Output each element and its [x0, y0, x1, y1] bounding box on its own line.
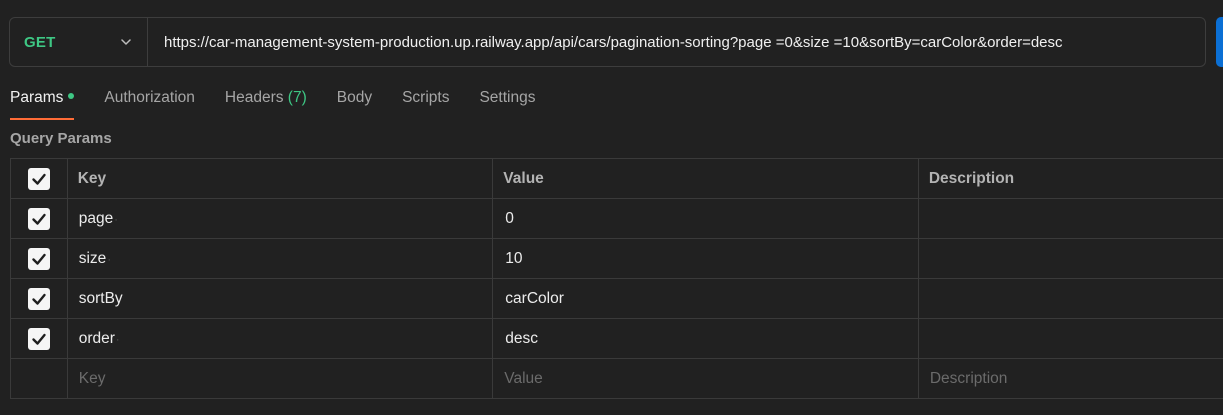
row-checkbox[interactable] [27, 207, 50, 230]
method-label: GET [24, 33, 56, 51]
whitespace-marker: · [114, 213, 118, 226]
param-value-cell[interactable]: desc [492, 318, 919, 359]
checkmark-icon [32, 173, 46, 185]
column-header-key: Key [66, 158, 494, 199]
row-checkbox[interactable] [27, 287, 50, 310]
column-header-value: Value [492, 158, 919, 199]
param-key: order [78, 329, 115, 347]
section-title: Query Params [10, 130, 112, 147]
request-bar: GET [9, 17, 1206, 67]
tab-params[interactable]: Params [10, 84, 75, 120]
checkmark-icon [32, 333, 46, 345]
send-button[interactable] [1216, 17, 1223, 67]
tab-label: Headers [224, 89, 284, 106]
param-value: 10 [505, 249, 523, 267]
tab-authorization[interactable]: Authorization [104, 84, 194, 118]
param-value-cell[interactable]: carColor [492, 278, 919, 319]
param-description-cell[interactable] [917, 198, 1223, 239]
select-all-checkbox[interactable] [27, 167, 50, 190]
tab-label: Params [10, 89, 64, 106]
row-checkbox[interactable] [27, 247, 50, 270]
param-key-cell[interactable]: page· [66, 198, 494, 239]
tab-settings[interactable]: Settings [479, 84, 535, 118]
param-key-cell[interactable]: sortBy [66, 278, 494, 319]
headers-count-badge: (7) [287, 89, 307, 106]
param-description-cell[interactable] [917, 318, 1223, 359]
param-value-cell[interactable]: 10 [492, 238, 919, 279]
param-value: 0 [505, 209, 514, 227]
empty-check-cell [10, 358, 68, 399]
table-row-new: Key Value Description [10, 358, 1223, 399]
param-description-cell[interactable] [917, 278, 1223, 319]
param-key: page [78, 209, 114, 227]
table-row: page· 0 [10, 198, 1223, 239]
tab-label: Body [336, 89, 373, 106]
param-value-cell[interactable]: 0 [492, 198, 919, 239]
new-description-input[interactable]: Description [917, 358, 1223, 399]
tab-label: Settings [479, 89, 536, 106]
tab-label: Authorization [104, 89, 195, 106]
tab-label: Scripts [402, 89, 450, 106]
table-row: sortBy carColor [10, 278, 1223, 319]
method-select[interactable]: GET [10, 18, 148, 66]
checkmark-icon [32, 253, 46, 265]
param-key-cell[interactable]: size· [66, 238, 494, 279]
header-check-cell [10, 158, 68, 199]
postman-request-view: GET Params Authorization Headers (7) Bod… [0, 0, 1223, 415]
table-row: size· 10 [10, 238, 1223, 279]
row-checkbox[interactable] [27, 327, 50, 350]
checkmark-icon [32, 213, 46, 225]
checkmark-icon [32, 293, 46, 305]
query-params-table: Key Value Description page· 0 size· 10 s… [10, 158, 1223, 399]
new-key-input[interactable]: Key [66, 358, 494, 399]
whitespace-marker: · [115, 333, 120, 346]
row-check-cell [10, 278, 68, 319]
row-check-cell [10, 238, 68, 279]
tab-scripts[interactable]: Scripts [402, 84, 449, 118]
chevron-down-icon [121, 39, 131, 45]
row-check-cell [10, 198, 68, 239]
row-check-cell [10, 318, 68, 359]
param-key-cell[interactable]: order· [66, 318, 494, 359]
param-description-cell[interactable] [917, 238, 1223, 279]
param-key: size [78, 249, 107, 267]
table-row: order· desc [10, 318, 1223, 359]
param-value: desc [505, 329, 539, 347]
params-active-dot-icon [68, 92, 75, 99]
url-input[interactable] [148, 18, 1205, 66]
param-key: sortBy [78, 289, 123, 307]
tab-body[interactable]: Body [337, 84, 372, 118]
param-value: carColor [505, 289, 564, 307]
column-header-description: Description [917, 158, 1223, 199]
whitespace-marker: · [107, 253, 111, 266]
request-tabs: Params Authorization Headers (7) Body Sc… [10, 84, 565, 120]
new-value-input[interactable]: Value [492, 358, 919, 399]
tab-headers[interactable]: Headers (7) [225, 84, 307, 118]
table-header-row: Key Value Description [10, 158, 1223, 199]
